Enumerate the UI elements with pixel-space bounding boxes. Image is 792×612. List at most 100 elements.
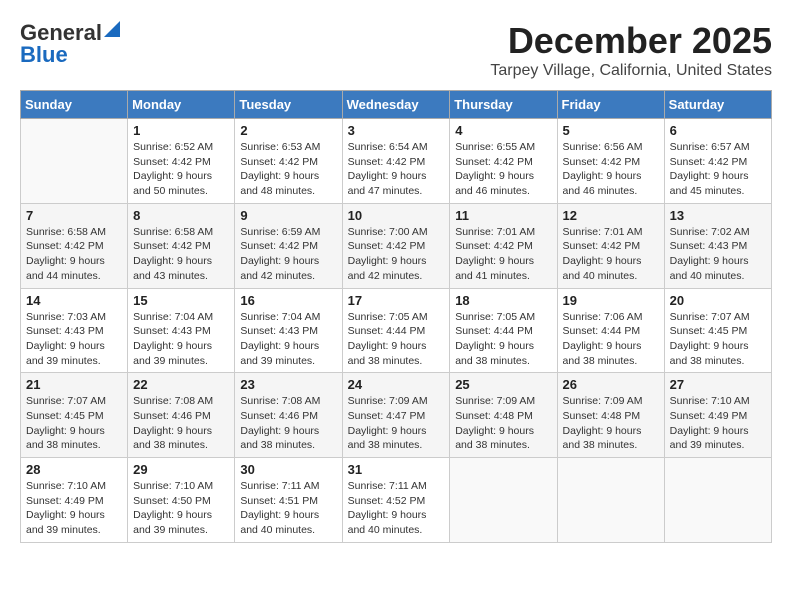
- day-info: Sunrise: 7:05 AMSunset: 4:44 PMDaylight:…: [348, 310, 445, 369]
- month-title: December 2025: [490, 20, 772, 62]
- day-info: Sunrise: 7:09 AMSunset: 4:48 PMDaylight:…: [455, 394, 551, 453]
- day-number: 31: [348, 462, 445, 477]
- day-info: Sunrise: 7:07 AMSunset: 4:45 PMDaylight:…: [26, 394, 122, 453]
- day-info: Sunrise: 6:59 AMSunset: 4:42 PMDaylight:…: [240, 225, 336, 284]
- calendar-cell: 24Sunrise: 7:09 AMSunset: 4:47 PMDayligh…: [342, 373, 450, 458]
- calendar-cell: 21 Sunrise: 7:07 AMSunset: 4:45 PMDayligh…: [21, 373, 128, 458]
- day-info: Sunrise: 7:11 AMSunset: 4:52 PMDaylight:…: [348, 479, 445, 538]
- day-info: Sunrise: 7:11 AMSunset: 4:51 PMDaylight:…: [240, 479, 336, 538]
- calendar-cell: 7 Sunrise: 6:58 AMSunset: 4:42 PMDaylight…: [21, 203, 128, 288]
- day-info: Sunrise: 7:04 AMSunset: 4:43 PMDaylight:…: [240, 310, 336, 369]
- calendar-cell: 14 Sunrise: 7:03 AMSunset: 4:43 PMDayligh…: [21, 288, 128, 373]
- day-number: 18: [455, 293, 551, 308]
- day-number: 17: [348, 293, 445, 308]
- day-number: 21: [26, 377, 122, 392]
- calendar-cell: 6Sunrise: 6:57 AMSunset: 4:42 PMDaylight…: [664, 119, 771, 204]
- calendar-cell: 3 Sunrise: 6:54 AMSunset: 4:42 PMDaylight…: [342, 119, 450, 204]
- calendar-week-row: 7 Sunrise: 6:58 AMSunset: 4:42 PMDaylight…: [21, 203, 772, 288]
- calendar-cell: [557, 458, 664, 543]
- day-of-week-header: Sunday: [21, 91, 128, 119]
- day-info: Sunrise: 7:08 AMSunset: 4:46 PMDaylight:…: [133, 394, 229, 453]
- day-info: Sunrise: 7:07 AMSunset: 4:45 PMDaylight:…: [670, 310, 766, 369]
- day-number: 30: [240, 462, 336, 477]
- day-number: 3: [348, 123, 445, 138]
- day-info: Sunrise: 7:01 AMSunset: 4:42 PMDaylight:…: [563, 225, 659, 284]
- day-number: 5: [563, 123, 659, 138]
- day-number: 16: [240, 293, 336, 308]
- location-title: Tarpey Village, California, United State…: [490, 62, 772, 80]
- day-info: Sunrise: 7:01 AMSunset: 4:42 PMDaylight:…: [455, 225, 551, 284]
- calendar-cell: 13Sunrise: 7:02 AMSunset: 4:43 PMDayligh…: [664, 203, 771, 288]
- day-info: Sunrise: 6:57 AMSunset: 4:42 PMDaylight:…: [670, 140, 766, 199]
- calendar-cell: [21, 119, 128, 204]
- day-info: Sunrise: 7:00 AMSunset: 4:42 PMDaylight:…: [348, 225, 445, 284]
- day-of-week-header: Wednesday: [342, 91, 450, 119]
- calendar-cell: 26 Sunrise: 7:09 AMSunset: 4:48 PMDayligh…: [557, 373, 664, 458]
- day-of-week-header: Monday: [128, 91, 235, 119]
- calendar-cell: 1 Sunrise: 6:52 AMSunset: 4:42 PMDaylight…: [128, 119, 235, 204]
- day-info: Sunrise: 7:09 AMSunset: 4:48 PMDaylight:…: [563, 394, 659, 453]
- day-number: 27: [670, 377, 766, 392]
- day-of-week-header: Tuesday: [235, 91, 342, 119]
- calendar-week-row: 28 Sunrise: 7:10 AMSunset: 4:49 PMDayligh…: [21, 458, 772, 543]
- calendar-week-row: 21 Sunrise: 7:07 AMSunset: 4:45 PMDayligh…: [21, 373, 772, 458]
- calendar-body: 1 Sunrise: 6:52 AMSunset: 4:42 PMDaylight…: [21, 119, 772, 543]
- calendar-cell: 31 Sunrise: 7:11 AMSunset: 4:52 PMDayligh…: [342, 458, 450, 543]
- calendar-cell: 30 Sunrise: 7:11 AMSunset: 4:51 PMDayligh…: [235, 458, 342, 543]
- day-number: 15: [133, 293, 229, 308]
- day-number: 23: [240, 377, 336, 392]
- day-info: Sunrise: 7:03 AMSunset: 4:43 PMDaylight:…: [26, 310, 122, 369]
- day-info: Sunrise: 7:10 AMSunset: 4:49 PMDaylight:…: [670, 394, 766, 453]
- day-of-week-header: Friday: [557, 91, 664, 119]
- calendar-cell: 8 Sunrise: 6:58 AMSunset: 4:42 PMDaylight…: [128, 203, 235, 288]
- day-info: Sunrise: 7:04 AMSunset: 4:43 PMDaylight:…: [133, 310, 229, 369]
- calendar-cell: 12 Sunrise: 7:01 AMSunset: 4:42 PMDayligh…: [557, 203, 664, 288]
- day-number: 12: [563, 208, 659, 223]
- calendar-cell: 29 Sunrise: 7:10 AMSunset: 4:50 PMDayligh…: [128, 458, 235, 543]
- day-number: 1: [133, 123, 229, 138]
- day-number: 7: [26, 208, 122, 223]
- day-info: Sunrise: 7:05 AMSunset: 4:44 PMDaylight:…: [455, 310, 551, 369]
- day-number: 9: [240, 208, 336, 223]
- calendar-cell: 18 Sunrise: 7:05 AMSunset: 4:44 PMDayligh…: [450, 288, 557, 373]
- logo: General Blue: [20, 20, 120, 68]
- calendar-cell: 16 Sunrise: 7:04 AMSunset: 4:43 PMDayligh…: [235, 288, 342, 373]
- calendar-cell: 20 Sunrise: 7:07 AMSunset: 4:45 PMDayligh…: [664, 288, 771, 373]
- calendar-cell: 25Sunrise: 7:09 AMSunset: 4:48 PMDayligh…: [450, 373, 557, 458]
- calendar-week-row: 14 Sunrise: 7:03 AMSunset: 4:43 PMDayligh…: [21, 288, 772, 373]
- day-info: Sunrise: 6:56 AMSunset: 4:42 PMDaylight:…: [563, 140, 659, 199]
- title-block: December 2025 Tarpey Village, California…: [490, 20, 772, 80]
- day-info: Sunrise: 6:55 AMSunset: 4:42 PMDaylight:…: [455, 140, 551, 199]
- calendar-cell: 28 Sunrise: 7:10 AMSunset: 4:49 PMDayligh…: [21, 458, 128, 543]
- day-info: Sunrise: 6:58 AMSunset: 4:42 PMDaylight:…: [133, 225, 229, 284]
- day-info: Sunrise: 6:58 AMSunset: 4:42 PMDaylight:…: [26, 225, 122, 284]
- day-info: Sunrise: 7:10 AMSunset: 4:50 PMDaylight:…: [133, 479, 229, 538]
- day-info: Sunrise: 6:53 AMSunset: 4:42 PMDaylight:…: [240, 140, 336, 199]
- day-number: 26: [563, 377, 659, 392]
- calendar-cell: 15 Sunrise: 7:04 AMSunset: 4:43 PMDayligh…: [128, 288, 235, 373]
- day-number: 24: [348, 377, 445, 392]
- day-info: Sunrise: 7:08 AMSunset: 4:46 PMDaylight:…: [240, 394, 336, 453]
- logo-blue-text: Blue: [20, 42, 68, 68]
- day-number: 29: [133, 462, 229, 477]
- calendar-cell: 22 Sunrise: 7:08 AMSunset: 4:46 PMDayligh…: [128, 373, 235, 458]
- day-number: 22: [133, 377, 229, 392]
- calendar-cell: [664, 458, 771, 543]
- calendar-cell: 9 Sunrise: 6:59 AMSunset: 4:42 PMDaylight…: [235, 203, 342, 288]
- day-number: 10: [348, 208, 445, 223]
- day-info: Sunrise: 6:52 AMSunset: 4:42 PMDaylight:…: [133, 140, 229, 199]
- day-number: 4: [455, 123, 551, 138]
- calendar-cell: 11Sunrise: 7:01 AMSunset: 4:42 PMDayligh…: [450, 203, 557, 288]
- day-number: 8: [133, 208, 229, 223]
- day-info: Sunrise: 7:06 AMSunset: 4:44 PMDaylight:…: [563, 310, 659, 369]
- day-number: 14: [26, 293, 122, 308]
- calendar-cell: 5 Sunrise: 6:56 AMSunset: 4:42 PMDaylight…: [557, 119, 664, 204]
- calendar-table: SundayMondayTuesdayWednesdayThursdayFrid…: [20, 90, 772, 543]
- day-number: 19: [563, 293, 659, 308]
- day-info: Sunrise: 6:54 AMSunset: 4:42 PMDaylight:…: [348, 140, 445, 199]
- day-number: 28: [26, 462, 122, 477]
- day-number: 20: [670, 293, 766, 308]
- calendar-cell: 17 Sunrise: 7:05 AMSunset: 4:44 PMDayligh…: [342, 288, 450, 373]
- day-info: Sunrise: 7:10 AMSunset: 4:49 PMDaylight:…: [26, 479, 122, 538]
- logo-triangle-icon: [104, 21, 120, 37]
